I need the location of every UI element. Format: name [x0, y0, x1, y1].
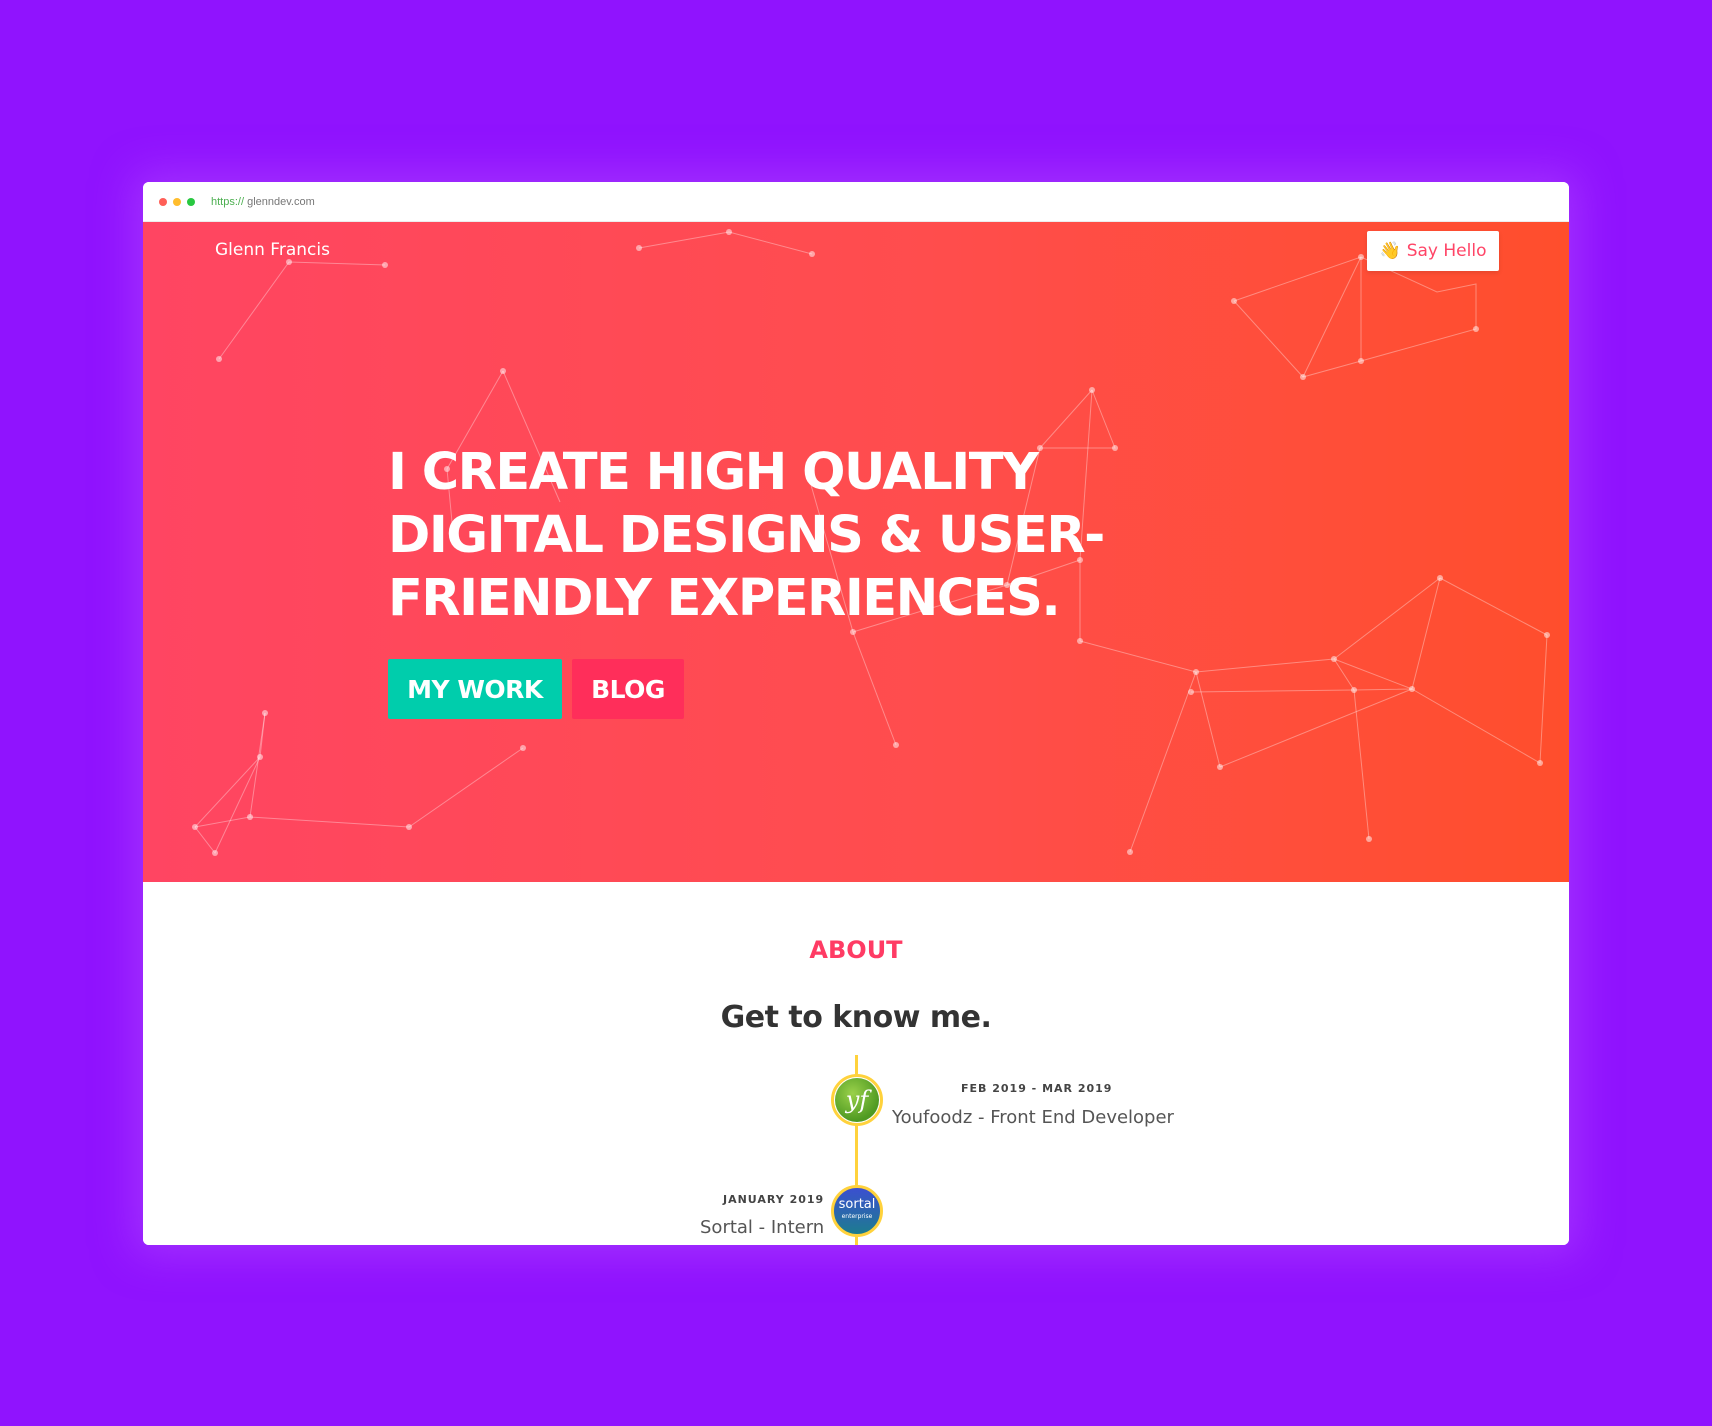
timeline-role: Sortal - Intern — [700, 1217, 825, 1238]
browser-window: https:// glenndev.com Glenn Francis 👋 Sa… — [143, 182, 1569, 1245]
sortal-logo: sortal enterprise — [831, 1185, 883, 1237]
hero-section: Glenn Francis 👋 Say Hello I CREATE HIGH … — [143, 222, 1569, 882]
sortal-logo-subtext: enterprise — [841, 1213, 873, 1220]
my-work-button[interactable]: MY WORK — [388, 659, 562, 719]
timeline-role: Youfoodz - Front End Developer — [892, 1107, 1174, 1128]
url-host: glenndev.com — [247, 195, 315, 208]
say-hello-button[interactable]: 👋 Say Hello — [1367, 231, 1499, 271]
blog-button[interactable]: BLOG — [572, 659, 684, 719]
site-brand[interactable]: Glenn Francis — [215, 240, 330, 260]
timeline-date: JANUARY 2019 — [723, 1193, 825, 1206]
about-section: ABOUT Get to know me. yf FEB 2019 - MAR … — [143, 882, 1569, 1245]
browser-chrome: https:// glenndev.com — [143, 182, 1569, 222]
youfoodz-logo-mark: yf — [835, 1078, 879, 1122]
minimize-dot[interactable] — [173, 197, 181, 206]
timeline-date: FEB 2019 - MAR 2019 — [961, 1082, 1113, 1095]
sortal-logo-text: sortal — [838, 1197, 876, 1212]
hero-headline: I CREATE HIGH QUALITY DIGITAL DESIGNS & … — [388, 443, 1105, 628]
maximize-dot[interactable] — [187, 197, 195, 206]
say-hello-label: Say Hello — [1406, 241, 1487, 261]
waving-hand-icon: 👋 — [1379, 241, 1401, 261]
section-title: Get to know me. — [720, 1000, 992, 1035]
close-dot[interactable] — [159, 197, 167, 206]
youfoodz-logo: yf — [831, 1074, 883, 1126]
url-scheme: https:// — [211, 195, 245, 208]
sortal-logo-mark: sortal enterprise — [838, 1197, 876, 1223]
address-bar[interactable]: https:// glenndev.com — [211, 196, 315, 208]
section-label: ABOUT — [809, 936, 903, 964]
